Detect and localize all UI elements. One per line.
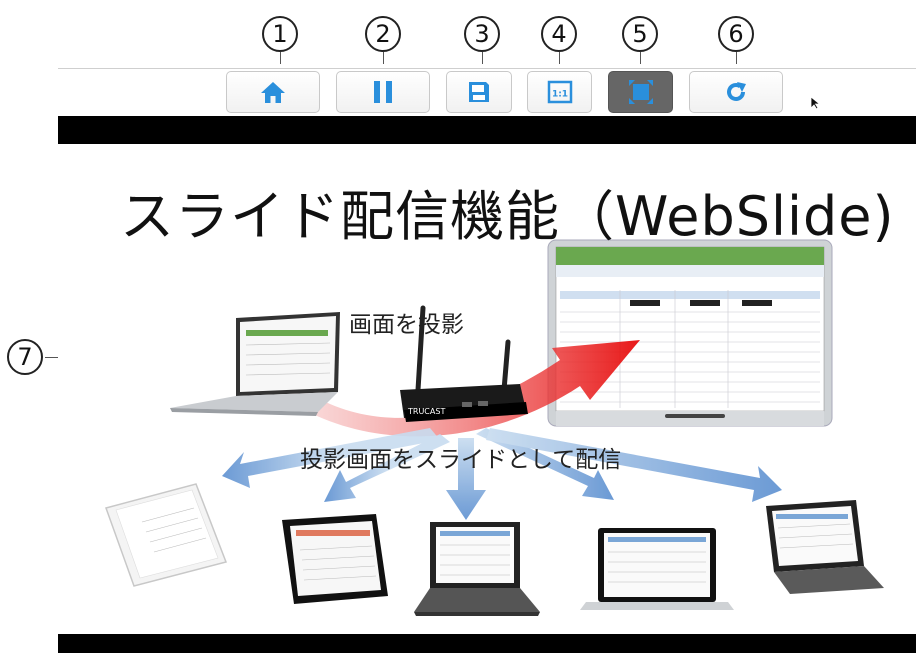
client-laptop-3	[766, 500, 884, 594]
client-tablet-white	[105, 483, 228, 587]
client-laptop-2	[580, 528, 734, 610]
client-tablet-black	[282, 514, 388, 604]
client-laptop-1	[414, 522, 540, 616]
source-laptop	[170, 312, 340, 416]
svg-text:TRUCAST: TRUCAST	[407, 407, 445, 416]
slide-title: スライド配信機能（WebSlide)	[120, 185, 895, 248]
viewer-bottom-bar	[58, 634, 916, 653]
projection-caption: 画面を投影	[349, 312, 464, 338]
distribution-caption: 投影画面をスライドとして配信	[300, 447, 622, 473]
